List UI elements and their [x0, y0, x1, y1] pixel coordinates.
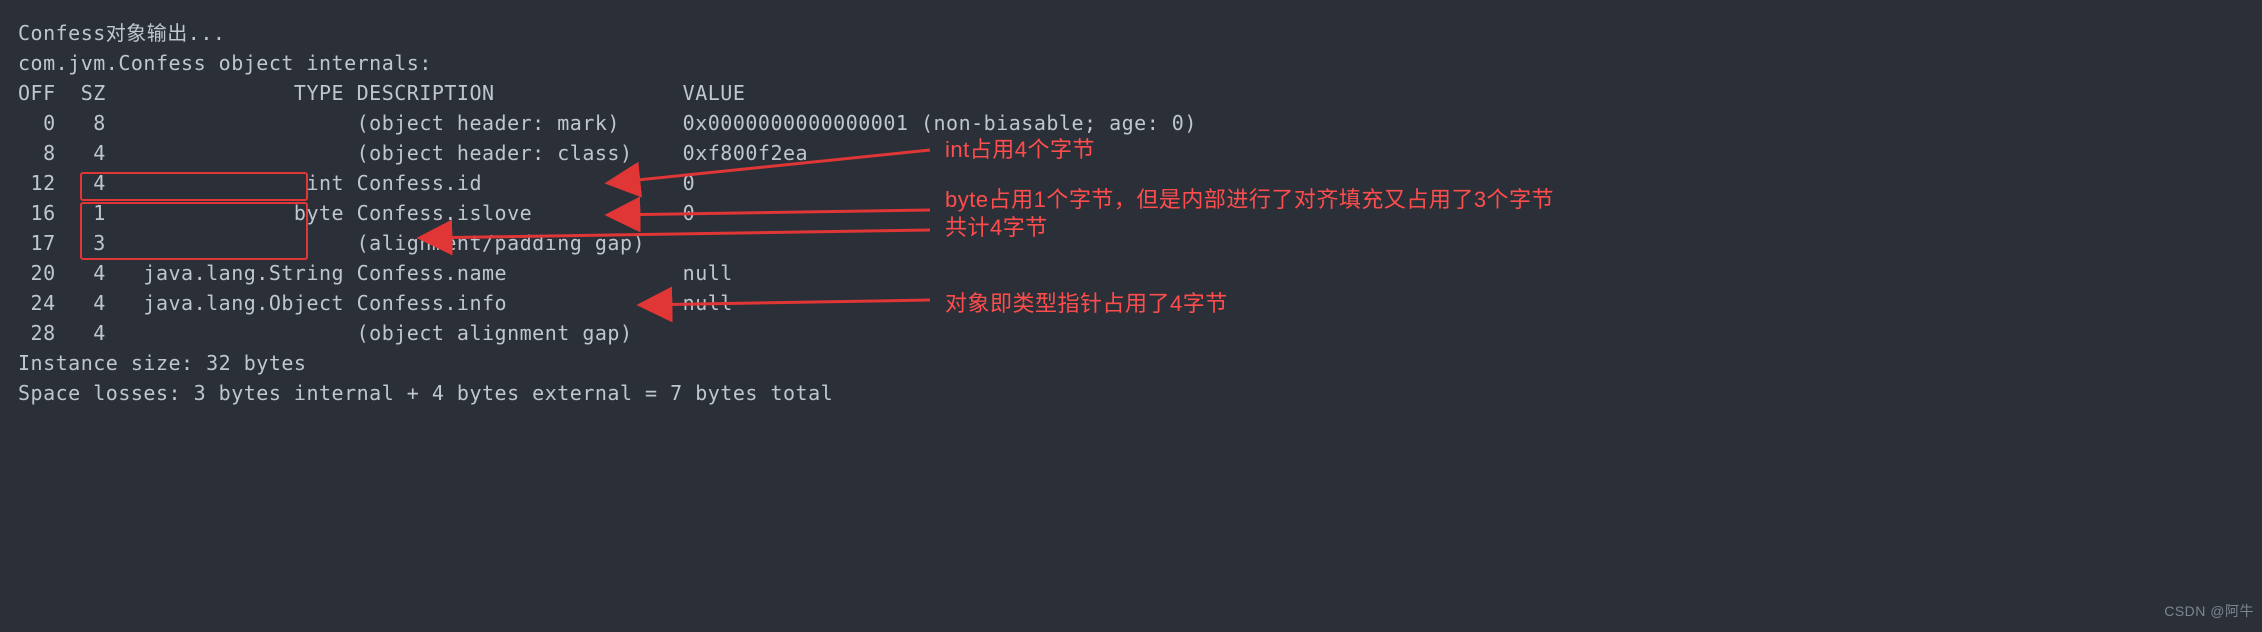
output-header: Confess对象输出...	[18, 18, 2262, 48]
table-row: 20 4 java.lang.String Confess.name null	[18, 258, 2262, 288]
table-row: 8 4 (object header: class) 0xf800f2ea	[18, 138, 2262, 168]
annotation-objref: 对象即类型指针占用了4字节	[945, 290, 1228, 318]
space-losses: Space losses: 3 bytes internal + 4 bytes…	[18, 378, 2262, 408]
class-line: com.jvm.Confess object internals:	[18, 48, 2262, 78]
highlight-box-int	[80, 172, 308, 201]
annotation-int: int占用4个字节	[945, 136, 1095, 164]
instance-size: Instance size: 32 bytes	[18, 348, 2262, 378]
table-header: OFF SZ TYPE DESCRIPTION VALUE	[18, 78, 2262, 108]
table-row: 0 8 (object header: mark) 0x000000000000…	[18, 108, 2262, 138]
watermark: CSDN @阿牛	[2164, 596, 2254, 626]
table-row: 28 4 (object alignment gap)	[18, 318, 2262, 348]
annotation-byte: byte占用1个字节，但是内部进行了对齐填充又占用了3个字节 共计4字节	[945, 186, 1554, 242]
annotation-byte-line2: 共计4字节	[945, 215, 1048, 240]
annotation-byte-line1: byte占用1个字节，但是内部进行了对齐填充又占用了3个字节	[945, 187, 1554, 212]
highlight-box-byte	[80, 202, 308, 260]
